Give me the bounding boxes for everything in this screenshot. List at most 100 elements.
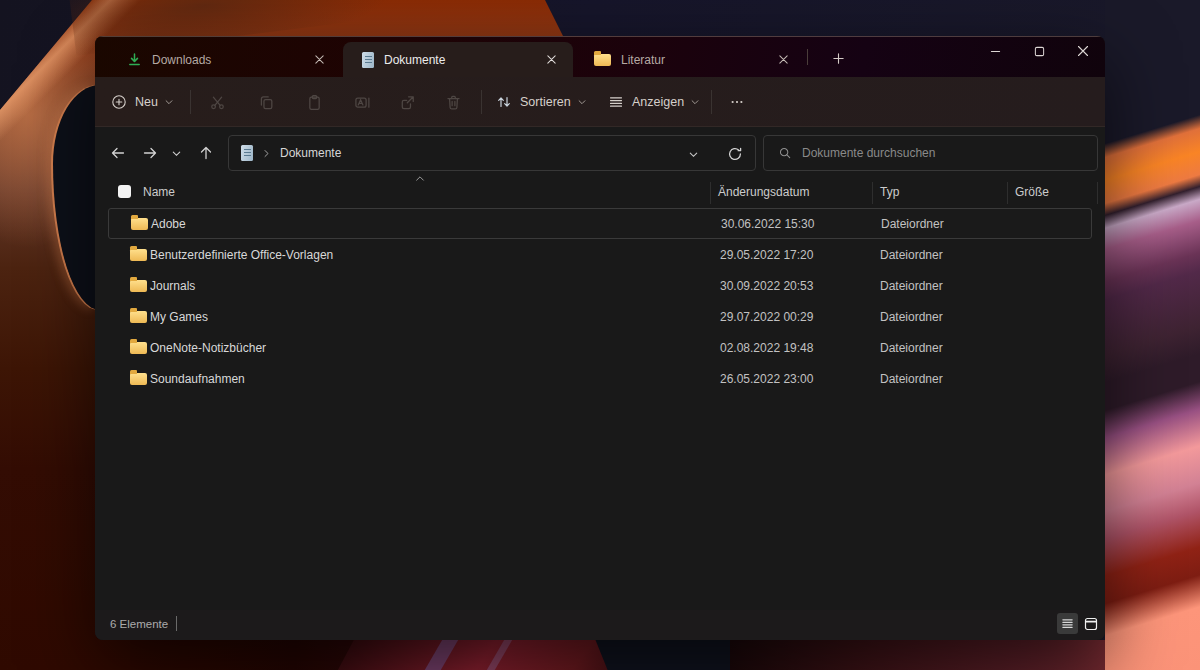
copy-button[interactable] xyxy=(246,85,286,119)
refresh-icon xyxy=(727,146,743,162)
wallpaper-maroon-band xyxy=(730,640,1150,670)
forward-button[interactable] xyxy=(136,139,164,167)
paste-icon xyxy=(306,94,323,111)
toolbar-separator-3 xyxy=(711,90,712,114)
window-controls xyxy=(973,36,1105,66)
file-row[interactable]: Benutzerdefinierte Office-Vorlagen 29.05… xyxy=(108,239,1092,270)
chevron-down-icon xyxy=(164,97,174,107)
minimize-button[interactable] xyxy=(973,36,1017,66)
tab-downloads-close-icon[interactable] xyxy=(309,50,329,70)
column-size[interactable]: Größe xyxy=(1015,185,1049,199)
tab-downloads[interactable]: Downloads xyxy=(108,42,341,77)
view-button-label: Anzeigen xyxy=(632,95,684,109)
tab-literatur[interactable]: Literatur xyxy=(575,42,805,77)
document-icon xyxy=(362,52,374,68)
share-button[interactable] xyxy=(387,85,427,119)
file-row[interactable]: Journals 30.09.2022 20:53 Dateiordner xyxy=(108,270,1092,301)
folder-icon xyxy=(594,54,611,66)
file-modified-date: 29.07.2022 00:29 xyxy=(720,310,813,324)
forward-arrow-icon xyxy=(142,145,158,161)
breadcrumb-dokumente[interactable]: Dokumente xyxy=(280,146,341,160)
cut-button[interactable] xyxy=(197,85,237,119)
trash-icon xyxy=(445,94,462,111)
file-type: Dateiordner xyxy=(880,279,943,293)
chevron-down-icon xyxy=(577,97,587,107)
chevron-down-icon xyxy=(171,148,182,159)
wallpaper-right-folds xyxy=(1105,0,1200,670)
refresh-button[interactable] xyxy=(727,146,743,162)
file-row[interactable]: My Games 29.07.2022 00:29 Dateiordner xyxy=(108,301,1092,332)
details-view-icon xyxy=(1061,617,1074,630)
view-list-icon xyxy=(608,94,624,110)
file-type: Dateiordner xyxy=(880,310,943,324)
column-type[interactable]: Typ xyxy=(880,185,899,199)
new-button[interactable]: Neu xyxy=(103,85,182,119)
recent-locations-button[interactable] xyxy=(164,139,188,167)
more-options-button[interactable] xyxy=(718,85,756,119)
icons-view-button[interactable] xyxy=(1080,613,1101,634)
file-modified-date: 30.09.2022 20:53 xyxy=(720,279,813,293)
back-button[interactable] xyxy=(104,139,132,167)
column-separator-1[interactable] xyxy=(710,182,711,204)
file-type: Dateiordner xyxy=(880,248,943,262)
toolbar: Neu xyxy=(95,77,1105,127)
close-button[interactable] xyxy=(1061,36,1105,66)
file-name: Adobe xyxy=(151,217,186,231)
column-separator-2[interactable] xyxy=(872,182,873,204)
search-placeholder: Dokumente durchsuchen xyxy=(802,146,935,160)
folder-icon xyxy=(130,249,147,261)
sort-button-label: Sortieren xyxy=(520,95,571,109)
sort-ascending-caret-icon xyxy=(415,175,425,182)
file-type: Dateiordner xyxy=(880,341,943,355)
file-modified-date: 29.05.2022 17:20 xyxy=(720,248,813,262)
maximize-button[interactable] xyxy=(1017,36,1061,66)
file-name: My Games xyxy=(150,310,208,324)
new-tab-button[interactable] xyxy=(823,45,853,71)
rename-button[interactable] xyxy=(342,85,382,119)
file-row[interactable]: OneNote-Notizbücher 02.08.2022 19:48 Dat… xyxy=(108,332,1092,363)
file-name: Journals xyxy=(150,279,195,293)
up-button[interactable] xyxy=(192,139,220,167)
file-row[interactable]: Soundaufnahmen 26.05.2022 23:00 Dateiord… xyxy=(108,363,1092,394)
column-separator-3[interactable] xyxy=(1007,182,1008,204)
status-separator xyxy=(176,616,177,631)
file-name: OneNote-Notizbücher xyxy=(150,341,266,355)
breadcrumb-chevron-icon xyxy=(262,149,271,158)
share-icon xyxy=(399,94,416,111)
view-button[interactable]: Anzeigen xyxy=(600,85,708,119)
folder-icon xyxy=(130,342,147,354)
search-box[interactable]: Dokumente durchsuchen xyxy=(763,135,1098,171)
file-type: Dateiordner xyxy=(880,372,943,386)
file-name: Soundaufnahmen xyxy=(150,372,245,386)
ellipsis-icon xyxy=(730,95,744,109)
toolbar-separator-2 xyxy=(481,90,482,114)
copy-icon xyxy=(258,94,275,111)
tab-dokumente[interactable]: Dokumente xyxy=(343,42,573,77)
sort-button[interactable]: Sortieren xyxy=(488,85,595,119)
column-date[interactable]: Änderungsdatum xyxy=(718,185,809,199)
download-icon xyxy=(127,52,142,67)
address-bar[interactable]: Dokumente xyxy=(228,135,756,171)
paste-button[interactable] xyxy=(294,85,334,119)
rename-icon xyxy=(354,94,371,111)
icons-view-icon xyxy=(1084,617,1098,631)
folder-icon xyxy=(130,373,147,385)
folder-icon xyxy=(131,218,148,230)
select-all-checkbox[interactable] xyxy=(118,185,131,198)
status-bar: 6 Elemente xyxy=(95,610,1105,640)
address-dropdown-icon[interactable] xyxy=(688,149,699,160)
sort-icon xyxy=(496,94,512,110)
back-arrow-icon xyxy=(110,145,126,161)
tab-dokumente-close-icon[interactable] xyxy=(541,50,561,70)
column-separator-4[interactable] xyxy=(1097,182,1098,204)
tab-literatur-close-icon[interactable] xyxy=(773,50,793,70)
file-modified-date: 02.08.2022 19:48 xyxy=(720,341,813,355)
column-name[interactable]: Name xyxy=(143,185,175,199)
file-row[interactable]: Adobe 30.06.2022 15:30 Dateiordner xyxy=(108,208,1092,239)
details-view-button[interactable] xyxy=(1057,613,1078,634)
file-explorer-window: Downloads Dokumente Literatur xyxy=(95,36,1105,640)
up-arrow-icon xyxy=(198,145,214,161)
file-name: Benutzerdefinierte Office-Vorlagen xyxy=(150,248,333,262)
toolbar-separator-1 xyxy=(190,90,191,114)
delete-button[interactable] xyxy=(433,85,473,119)
